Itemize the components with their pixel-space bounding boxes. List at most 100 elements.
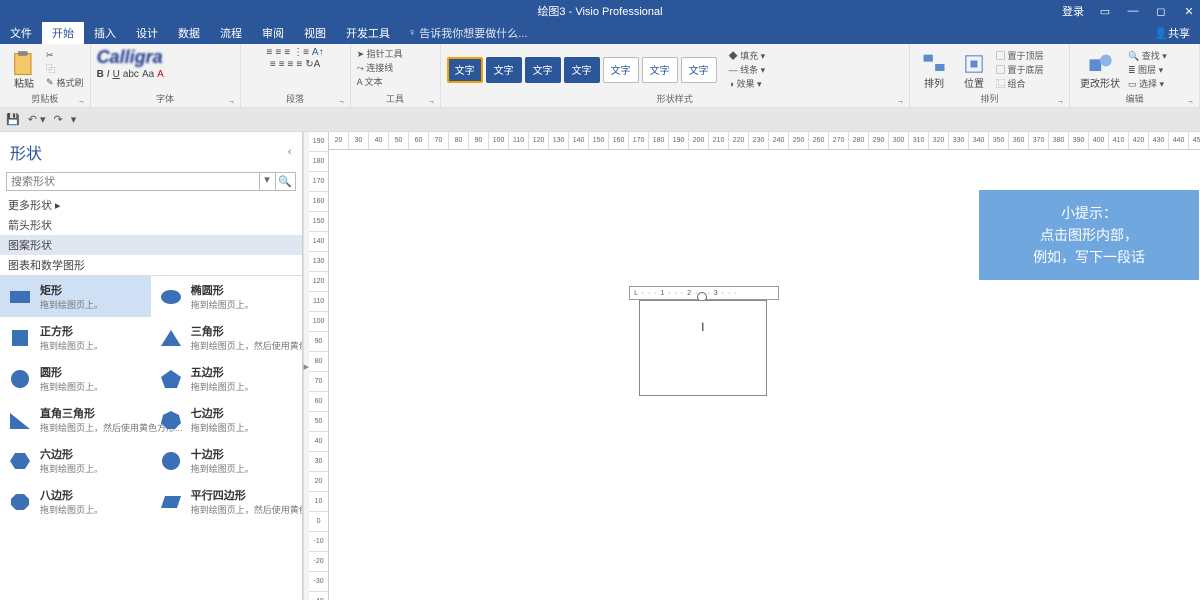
layers-button[interactable]: ≣ 图层 ▾ xyxy=(1128,63,1167,76)
align-button[interactable]: 排列 xyxy=(916,48,952,92)
stencil-link[interactable]: 图案形状 xyxy=(0,235,302,255)
group-clipboard: 粘贴 ✂ ⿻ ✎ 格式刷 剪贴板 xyxy=(0,44,91,107)
ribbon-display-icon[interactable]: ▭ xyxy=(1098,5,1112,18)
text-tool[interactable]: A 文本 xyxy=(357,75,383,88)
qat-more-icon[interactable]: ▾ xyxy=(71,113,77,126)
tab-视图[interactable]: 视图 xyxy=(294,22,336,44)
style-swatch-1[interactable]: 文字 xyxy=(486,57,522,83)
search-shapes-input[interactable] xyxy=(6,172,260,191)
font-color-button[interactable]: A xyxy=(157,69,164,80)
shape-preview-icon xyxy=(8,450,32,472)
shape-preview-icon xyxy=(8,491,32,513)
tab-开发工具[interactable]: 开发工具 xyxy=(336,22,400,44)
style-swatch-6[interactable]: 文字 xyxy=(681,57,717,83)
stencil-link[interactable]: 图表和数学图形 xyxy=(0,255,302,275)
style-swatch-5[interactable]: 文字 xyxy=(642,57,678,83)
send-back-button[interactable]: ▢ 置于底层 xyxy=(996,63,1044,76)
collapse-pane-icon[interactable]: ‹ xyxy=(288,146,292,158)
tab-流程[interactable]: 流程 xyxy=(210,22,252,44)
pointer-tool[interactable]: ➤ 指针工具 xyxy=(357,47,403,60)
shape-item[interactable]: 正方形拖到绘图页上。 xyxy=(0,317,151,358)
ribbon-tabs: 文件开始插入设计数据流程审阅视图开发工具 ♀ 告诉我你想要做什么... 👤 共享 xyxy=(0,22,1200,44)
shape-preview-icon xyxy=(8,327,32,349)
align-bot-icon[interactable]: ≡ xyxy=(284,47,290,58)
save-icon[interactable]: 💾 xyxy=(6,113,20,126)
stencil-link[interactable]: 更多形状 ▸ xyxy=(0,195,302,215)
tab-文件[interactable]: 文件 xyxy=(0,22,42,44)
position-button[interactable]: 位置 xyxy=(956,48,992,92)
share-button[interactable]: 👤 共享 xyxy=(1144,22,1200,44)
connector-tool[interactable]: ⤳ 连接线 xyxy=(357,61,394,74)
justify-icon[interactable]: ≡ xyxy=(296,59,302,70)
shape-item[interactable]: 圆形拖到绘图页上。 xyxy=(0,358,151,399)
change-shape-icon xyxy=(1086,50,1114,74)
style-swatch-3[interactable]: 文字 xyxy=(564,57,600,83)
strike-button[interactable]: abc xyxy=(123,69,139,80)
paste-button[interactable]: 粘贴 xyxy=(6,48,42,92)
style-swatch-4[interactable]: 文字 xyxy=(603,57,639,83)
bullets-icon[interactable]: ⋮≡ xyxy=(293,47,309,58)
align-right-icon[interactable]: ≡ xyxy=(288,59,294,70)
shape-item[interactable]: 平行四边形拖到绘图页上，然后使用黄色方形... xyxy=(151,481,302,522)
search-go-icon[interactable]: 🔍 xyxy=(276,172,296,191)
minimize-icon[interactable]: — xyxy=(1126,5,1140,17)
shape-item[interactable]: 直角三角形拖到绘图页上，然后使用黄色方形... xyxy=(0,399,151,440)
quick-access-toolbar: 💾 ↶ ▾ ↷ ▾ xyxy=(0,108,1200,132)
underline-button[interactable]: U xyxy=(113,69,120,80)
tab-插入[interactable]: 插入 xyxy=(84,22,126,44)
italic-button[interactable]: I xyxy=(107,69,110,80)
align-mid-icon[interactable]: ≡ xyxy=(275,47,281,58)
group-arrange: 排列 位置 ▢ 置于顶层 ▢ 置于底层 ⿺ 组合 排列 xyxy=(910,44,1070,107)
share-icon: 👤 xyxy=(1154,27,1168,40)
copy-button[interactable]: ⿻ xyxy=(46,62,84,75)
shape-item[interactable]: 六边形拖到绘图页上。 xyxy=(0,440,151,481)
tab-数据[interactable]: 数据 xyxy=(168,22,210,44)
group-tools: ➤ 指针工具 ⤳ 连接线 A 文本 工具 xyxy=(351,44,441,107)
shape-item[interactable]: 五边形拖到绘图页上。 xyxy=(151,358,302,399)
style-swatch-2[interactable]: 文字 xyxy=(525,57,561,83)
tab-设计[interactable]: 设计 xyxy=(126,22,168,44)
shape-item[interactable]: 矩形拖到绘图页上。 xyxy=(0,276,151,317)
login-link[interactable]: 登录 xyxy=(1062,3,1084,19)
group-shape-styles: 文字文字文字文字文字文字文字 ◆ 填充 ▾ ― 线条 ▾ ◑ 效果 ▾ 形状样式 xyxy=(441,44,910,107)
search-dropdown-icon[interactable]: ▾ xyxy=(260,172,276,191)
shapes-pane: 形状 ‹ ▾ 🔍 更多形状 ▸箭头形状图案形状图表和数学图形 矩形拖到绘图页上。… xyxy=(0,132,303,600)
group-button[interactable]: ⿺ 组合 xyxy=(996,77,1044,90)
hint-callout: 小提示： 点击图形内部， 例如，写下一段话 xyxy=(979,190,1199,280)
align-left-icon[interactable]: ≡ xyxy=(270,59,276,70)
align-top-icon[interactable]: ≡ xyxy=(267,47,273,58)
find-button[interactable]: 🔍 查找 ▾ xyxy=(1128,49,1167,62)
select-button[interactable]: ▭ 选择 ▾ xyxy=(1128,77,1167,90)
shape-item[interactable]: 八边形拖到绘图页上。 xyxy=(0,481,151,522)
tab-审阅[interactable]: 审阅 xyxy=(252,22,294,44)
undo-icon[interactable]: ↶ ▾ xyxy=(28,113,46,126)
maximize-icon[interactable]: ◻ xyxy=(1154,5,1168,18)
effects-button[interactable]: ◑ 效果 ▾ xyxy=(729,77,766,90)
shape-preview-icon xyxy=(159,368,183,390)
redo-icon[interactable]: ↷ xyxy=(54,113,63,126)
shape-item[interactable]: 三角形拖到绘图页上，然后使用黄色方形... xyxy=(151,317,302,358)
rotate-text-icon[interactable]: ↻A xyxy=(305,59,320,70)
lightbulb-icon: ♀ xyxy=(408,27,416,39)
selected-rectangle-shape[interactable] xyxy=(639,300,767,396)
cut-button[interactable]: ✂ xyxy=(46,50,84,61)
shape-item[interactable]: 七边形拖到绘图页上。 xyxy=(151,399,302,440)
font-size-button[interactable]: Aa xyxy=(142,69,154,80)
bold-button[interactable]: B xyxy=(97,69,104,80)
group-font: Calligra B I U abc Aa A 字体 xyxy=(91,44,241,107)
stencil-link[interactable]: 箭头形状 xyxy=(0,215,302,235)
close-icon[interactable]: ✕ xyxy=(1182,5,1196,18)
line-button[interactable]: ― 线条 ▾ xyxy=(729,63,766,76)
format-painter-button[interactable]: ✎ 格式刷 xyxy=(46,76,84,89)
align-center-icon[interactable]: ≡ xyxy=(279,59,285,70)
shape-item[interactable]: 十边形拖到绘图页上。 xyxy=(151,440,302,481)
ribbon: 粘贴 ✂ ⿻ ✎ 格式刷 剪贴板 Calligra B I U abc Aa A… xyxy=(0,44,1200,108)
drawing-canvas[interactable]: L · · · 1 · · · 2 · · · 3 · · · I 小提示： 点… xyxy=(329,150,1200,600)
tab-开始[interactable]: 开始 xyxy=(42,22,84,44)
tell-me-search[interactable]: ♀ 告诉我你想要做什么... xyxy=(408,22,527,44)
bring-front-button[interactable]: ▢ 置于顶层 xyxy=(996,49,1044,62)
style-swatch-0[interactable]: 文字 xyxy=(447,57,483,83)
change-shape-button[interactable]: 更改形状 xyxy=(1076,48,1124,92)
shape-item[interactable]: 椭圆形拖到绘图页上。 xyxy=(151,276,302,317)
fill-button[interactable]: ◆ 填充 ▾ xyxy=(729,49,766,62)
